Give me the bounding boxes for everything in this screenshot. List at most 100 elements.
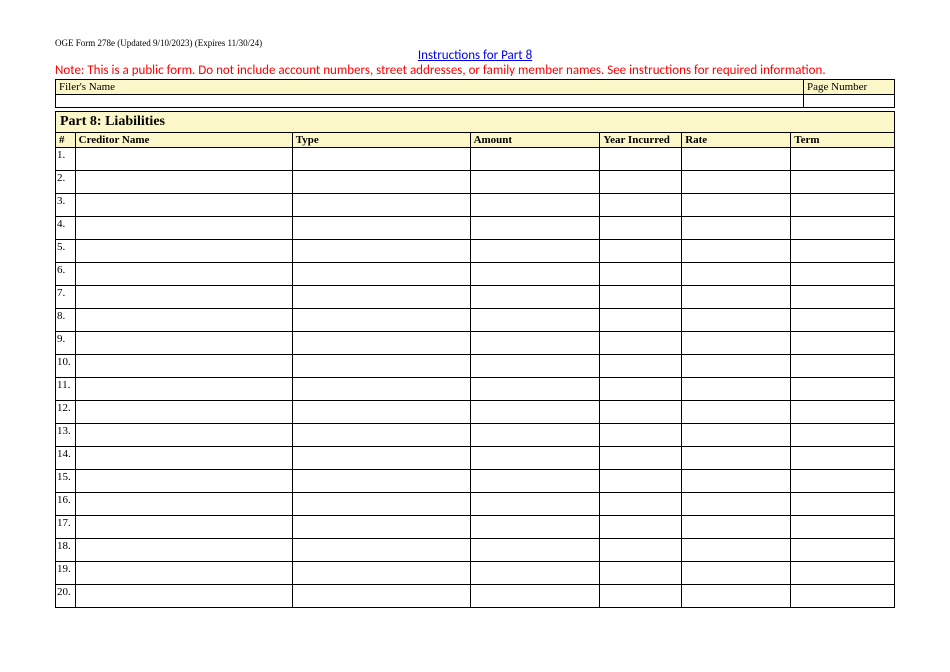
creditor-cell[interactable] [75,493,292,516]
amount-cell[interactable] [470,378,600,401]
rate-cell[interactable] [682,424,791,447]
type-cell[interactable] [292,516,470,539]
type-cell[interactable] [292,470,470,493]
type-cell[interactable] [292,401,470,424]
amount-cell[interactable] [470,171,600,194]
rate-cell[interactable] [682,562,791,585]
amount-cell[interactable] [470,470,600,493]
type-cell[interactable] [292,562,470,585]
type-cell[interactable] [292,332,470,355]
creditor-cell[interactable] [75,240,292,263]
term-cell[interactable] [791,263,895,286]
year-cell[interactable] [600,286,682,309]
type-cell[interactable] [292,286,470,309]
creditor-cell[interactable] [75,447,292,470]
year-cell[interactable] [600,470,682,493]
amount-cell[interactable] [470,309,600,332]
amount-cell[interactable] [470,332,600,355]
year-cell[interactable] [600,516,682,539]
term-cell[interactable] [791,585,895,608]
year-cell[interactable] [600,539,682,562]
creditor-cell[interactable] [75,470,292,493]
rate-cell[interactable] [682,470,791,493]
year-cell[interactable] [600,355,682,378]
type-cell[interactable] [292,263,470,286]
year-cell[interactable] [600,332,682,355]
rate-cell[interactable] [682,240,791,263]
term-cell[interactable] [791,378,895,401]
year-cell[interactable] [600,562,682,585]
term-cell[interactable] [791,401,895,424]
rate-cell[interactable] [682,148,791,171]
rate-cell[interactable] [682,378,791,401]
amount-cell[interactable] [470,585,600,608]
year-cell[interactable] [600,378,682,401]
term-cell[interactable] [791,240,895,263]
amount-cell[interactable] [470,447,600,470]
type-cell[interactable] [292,539,470,562]
term-cell[interactable] [791,171,895,194]
instructions-link[interactable]: Instructions for Part 8 [418,48,532,63]
year-cell[interactable] [600,148,682,171]
amount-cell[interactable] [470,194,600,217]
amount-cell[interactable] [470,240,600,263]
creditor-cell[interactable] [75,401,292,424]
term-cell[interactable] [791,562,895,585]
term-cell[interactable] [791,355,895,378]
rate-cell[interactable] [682,355,791,378]
type-cell[interactable] [292,148,470,171]
term-cell[interactable] [791,516,895,539]
term-cell[interactable] [791,447,895,470]
type-cell[interactable] [292,240,470,263]
type-cell[interactable] [292,585,470,608]
amount-cell[interactable] [470,516,600,539]
creditor-cell[interactable] [75,171,292,194]
year-cell[interactable] [600,401,682,424]
creditor-cell[interactable] [75,562,292,585]
year-cell[interactable] [600,171,682,194]
year-cell[interactable] [600,585,682,608]
year-cell[interactable] [600,424,682,447]
creditor-cell[interactable] [75,286,292,309]
amount-cell[interactable] [470,401,600,424]
type-cell[interactable] [292,355,470,378]
creditor-cell[interactable] [75,424,292,447]
term-cell[interactable] [791,217,895,240]
amount-cell[interactable] [470,286,600,309]
term-cell[interactable] [791,309,895,332]
type-cell[interactable] [292,309,470,332]
amount-cell[interactable] [470,562,600,585]
amount-cell[interactable] [470,424,600,447]
type-cell[interactable] [292,378,470,401]
year-cell[interactable] [600,240,682,263]
creditor-cell[interactable] [75,378,292,401]
creditor-cell[interactable] [75,516,292,539]
year-cell[interactable] [600,447,682,470]
rate-cell[interactable] [682,286,791,309]
year-cell[interactable] [600,263,682,286]
term-cell[interactable] [791,194,895,217]
type-cell[interactable] [292,217,470,240]
creditor-cell[interactable] [75,148,292,171]
term-cell[interactable] [791,539,895,562]
amount-cell[interactable] [470,217,600,240]
filer-name-input[interactable] [56,95,804,107]
creditor-cell[interactable] [75,217,292,240]
year-cell[interactable] [600,309,682,332]
page-number-input[interactable] [804,95,894,107]
rate-cell[interactable] [682,493,791,516]
rate-cell[interactable] [682,447,791,470]
type-cell[interactable] [292,447,470,470]
amount-cell[interactable] [470,493,600,516]
amount-cell[interactable] [470,355,600,378]
amount-cell[interactable] [470,539,600,562]
rate-cell[interactable] [682,217,791,240]
rate-cell[interactable] [682,539,791,562]
rate-cell[interactable] [682,585,791,608]
creditor-cell[interactable] [75,332,292,355]
rate-cell[interactable] [682,194,791,217]
amount-cell[interactable] [470,263,600,286]
amount-cell[interactable] [470,148,600,171]
term-cell[interactable] [791,148,895,171]
rate-cell[interactable] [682,401,791,424]
